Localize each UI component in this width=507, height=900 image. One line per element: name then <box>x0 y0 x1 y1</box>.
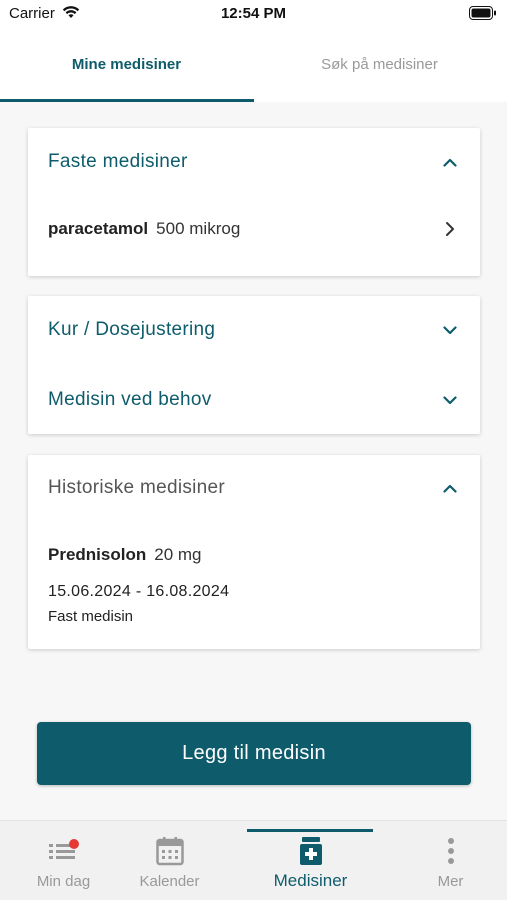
bottom-navigation: Min dag Kalender Medisiner Mer <box>0 820 507 900</box>
medication-type: Fast medisin <box>48 608 134 625</box>
historic-medication-text[interactable]: Prednisolon 20 mg <box>48 545 201 565</box>
medisin-ved-behov-header[interactable]: Medisin ved behov <box>48 380 460 420</box>
status-time: 12:54 PM <box>220 5 287 22</box>
chevron-up-icon[interactable] <box>440 152 460 172</box>
medication-name: paracetamol <box>48 219 149 238</box>
nav-label: Min dag <box>36 873 91 890</box>
more-vertical-icon <box>447 835 455 867</box>
chevron-down-icon[interactable] <box>440 320 460 340</box>
medication-row-paracetamol[interactable]: paracetamol 500 mikrog <box>48 214 460 244</box>
tab-mine-medisiner[interactable]: Mine medisiner <box>0 26 253 102</box>
battery-icon <box>469 6 497 25</box>
historiske-medisiner-card: Historiske medisiner Prednisolon 20 mg 15… <box>28 455 480 649</box>
kur-behov-card: Kur / Dosejustering Medisin ved behov <box>28 296 480 434</box>
section-title: Medisin ved behov <box>48 389 212 410</box>
medication-dose: 500 mikrog <box>156 219 241 238</box>
nav-label: Mer <box>437 873 464 890</box>
historiske-medisiner-header[interactable]: Historiske medisiner <box>48 468 460 508</box>
faste-medisiner-header[interactable]: Faste medisiner <box>48 142 460 182</box>
nav-item-kalender[interactable]: Kalender <box>106 821 233 900</box>
section-title: Historiske medisiner <box>48 477 226 498</box>
add-medication-button[interactable]: Legg til medisin <box>37 722 471 785</box>
active-tab-indicator <box>0 99 254 102</box>
chevron-right-icon[interactable] <box>440 219 460 239</box>
list-with-badge-icon <box>47 835 81 867</box>
medicine-bottle-icon <box>299 835 323 867</box>
nav-label: Kalender <box>139 873 200 890</box>
top-tabbar: Mine medisiner Søk på medisiner <box>0 26 507 102</box>
medication-period: 15.06.2024 - 16.08.2024 <box>48 583 230 600</box>
nav-label: Medisiner <box>273 871 348 890</box>
status-bar: Carrier 12:54 PM <box>0 0 507 26</box>
chevron-down-icon[interactable] <box>440 390 460 410</box>
chevron-up-icon[interactable] <box>440 478 460 498</box>
faste-medisiner-card: Faste medisiner paracetamol 500 mikrog <box>28 128 480 276</box>
nav-item-mer[interactable]: Mer <box>387 821 507 900</box>
tab-sok-pa-medisiner[interactable]: Søk på medisiner <box>253 26 506 102</box>
medication-dose: 20 mg <box>154 545 202 564</box>
kur-dosejustering-header[interactable]: Kur / Dosejustering <box>48 310 460 350</box>
nav-item-medisiner[interactable]: Medisiner <box>247 821 374 900</box>
medication-text: paracetamol 500 mikrog <box>48 219 240 239</box>
medication-name: Prednisolon <box>48 545 147 564</box>
section-title: Faste medisiner <box>48 151 188 172</box>
calendar-icon <box>155 835 184 867</box>
section-title: Kur / Dosejustering <box>48 319 216 340</box>
